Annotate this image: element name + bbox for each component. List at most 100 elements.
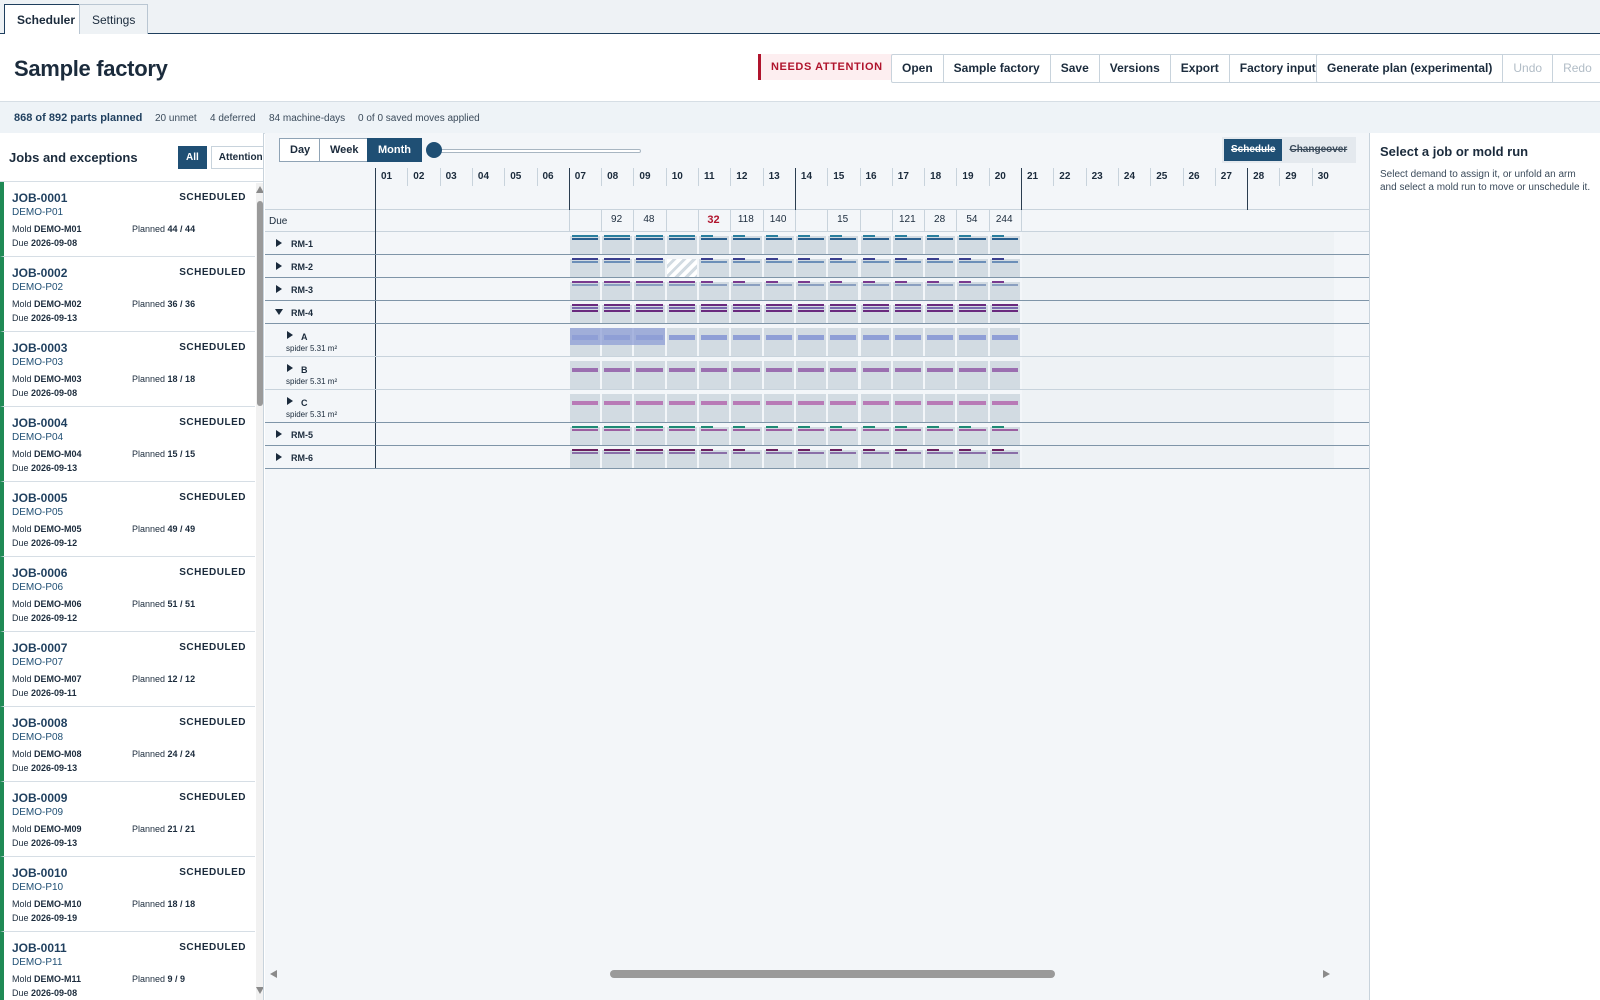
- mold-run-bar[interactable]: [927, 368, 954, 372]
- mold-run-bar[interactable]: [959, 426, 972, 428]
- mold-run-bar[interactable]: [830, 426, 843, 428]
- zoom-slider-handle[interactable]: [426, 142, 442, 158]
- mold-run-bar[interactable]: [862, 335, 889, 340]
- mold-run-bar[interactable]: [862, 429, 889, 431]
- view-week-button[interactable]: Week: [319, 138, 370, 162]
- mold-run-bar[interactable]: [991, 261, 1018, 263]
- mold-run-bar[interactable]: [701, 368, 728, 372]
- job-card[interactable]: JOB-0001 SCHEDULED DEMO-P01 Mold DEMO-M01 Pl…: [0, 182, 255, 257]
- expand-icon[interactable]: [276, 453, 282, 461]
- versions-button[interactable]: Versions: [1100, 55, 1171, 82]
- mold-run-bar[interactable]: [797, 235, 810, 237]
- job-card[interactable]: JOB-0008 SCHEDULED DEMO-P08 Mold DEMO-M08 Pl…: [0, 707, 255, 782]
- timeline-hscrollbar[interactable]: [265, 967, 1340, 981]
- mold-run-bar[interactable]: [668, 235, 695, 237]
- mold-run-bar[interactable]: [668, 426, 695, 428]
- mold-run-bar[interactable]: [991, 284, 1018, 286]
- mold-run-bar[interactable]: [927, 307, 954, 309]
- mold-run-bar[interactable]: [862, 238, 889, 240]
- job-card[interactable]: JOB-0004 SCHEDULED DEMO-P04 Mold DEMO-M04 Pl…: [0, 407, 255, 482]
- mold-run-bar[interactable]: [927, 310, 954, 312]
- mold-run-bar[interactable]: [959, 368, 986, 372]
- mold-run-bar[interactable]: [927, 452, 954, 454]
- mold-run-bar[interactable]: [765, 307, 792, 309]
- due-quantity[interactable]: 32: [698, 214, 729, 226]
- mold-run-bar[interactable]: [894, 281, 907, 283]
- job-card[interactable]: JOB-0009 SCHEDULED DEMO-P09 Mold DEMO-M09 Pl…: [0, 782, 255, 857]
- mold-run-bar[interactable]: [862, 307, 889, 309]
- mold-run-bar[interactable]: [797, 368, 825, 372]
- job-list-scrollbar[interactable]: [256, 183, 263, 1000]
- mold-run-bar[interactable]: [604, 281, 631, 283]
- mold-run-bar[interactable]: [733, 335, 760, 340]
- mold-run-bar[interactable]: [894, 238, 922, 240]
- mold-run-bar[interactable]: [701, 307, 728, 309]
- mold-run-bar[interactable]: [959, 401, 986, 405]
- mold-run-bar[interactable]: [797, 258, 810, 260]
- day-cell[interactable]: [763, 361, 794, 389]
- mold-run-bar[interactable]: [862, 426, 875, 428]
- day-cell[interactable]: [860, 328, 891, 356]
- expand-icon[interactable]: [276, 239, 282, 247]
- mold-run-bar[interactable]: [797, 304, 825, 306]
- scroll-down-icon[interactable]: [256, 987, 263, 994]
- mold-run-bar[interactable]: [701, 261, 728, 263]
- mold-run-bar[interactable]: [959, 310, 986, 312]
- mold-run-bar[interactable]: [636, 452, 663, 454]
- mold-run-bar[interactable]: [701, 284, 728, 286]
- mold-run-bar[interactable]: [765, 429, 792, 431]
- mold-run-bar[interactable]: [733, 281, 746, 283]
- day-cell[interactable]: [860, 361, 891, 389]
- mold-run-bar[interactable]: [894, 310, 922, 312]
- day-cell[interactable]: [602, 394, 633, 422]
- mold-run-bar[interactable]: [830, 429, 857, 431]
- mold-run-bar[interactable]: [862, 281, 875, 283]
- mold-run-bar[interactable]: [797, 261, 825, 263]
- mold-run-bar[interactable]: [604, 258, 631, 260]
- mold-run-bar[interactable]: [991, 452, 1018, 454]
- mold-run-bar[interactable]: [797, 335, 825, 340]
- day-cell[interactable]: [569, 361, 601, 389]
- day-cell[interactable]: [925, 361, 956, 389]
- mold-run-bar[interactable]: [927, 284, 954, 286]
- mold-run-bar[interactable]: [991, 307, 1018, 309]
- day-cell[interactable]: [634, 361, 665, 389]
- job-card[interactable]: JOB-0010 SCHEDULED DEMO-P10 Mold DEMO-M10 Pl…: [0, 857, 255, 932]
- scroll-up-icon[interactable]: [256, 186, 263, 193]
- mold-run-bar[interactable]: [765, 304, 792, 306]
- day-cell[interactable]: [763, 394, 794, 422]
- mold-run-bar[interactable]: [959, 235, 972, 237]
- mold-run-bar[interactable]: [765, 426, 778, 428]
- mold-run-bar[interactable]: [991, 304, 1018, 306]
- mold-run-bar[interactable]: [733, 452, 760, 454]
- mold-run-bar[interactable]: [894, 426, 907, 428]
- mold-run-bar[interactable]: [701, 238, 728, 240]
- mold-run-bar[interactable]: [733, 261, 760, 263]
- mold-run-bar[interactable]: [959, 452, 986, 454]
- mold-run-bar[interactable]: [830, 304, 857, 306]
- mold-run-bar[interactable]: [571, 401, 599, 405]
- mold-run-bar[interactable]: [894, 429, 922, 431]
- mold-run-bar[interactable]: [701, 258, 713, 260]
- mold-run-bar[interactable]: [733, 429, 760, 431]
- mold-run-bar[interactable]: [765, 258, 778, 260]
- mold-run-bar[interactable]: [636, 261, 663, 263]
- mold-run-bar[interactable]: [797, 310, 825, 312]
- mold-run-bar[interactable]: [991, 429, 1018, 431]
- mold-run-bar[interactable]: [571, 304, 599, 306]
- machine-row[interactable]: RM-5: [265, 423, 1369, 446]
- expand-icon[interactable]: [287, 364, 293, 372]
- mold-run-bar[interactable]: [959, 429, 986, 431]
- filter-attention-button[interactable]: Attention: [210, 146, 263, 169]
- mold-run-bar[interactable]: [668, 335, 695, 340]
- arm-row[interactable]: Bspider 5.31 m²: [265, 357, 1369, 390]
- mold-run-bar[interactable]: [894, 304, 922, 306]
- machine-row[interactable]: RM-6: [265, 446, 1369, 469]
- mold-run-bar[interactable]: [571, 284, 599, 286]
- mold-run-bar[interactable]: [894, 368, 922, 372]
- scroll-left-icon[interactable]: [270, 970, 277, 978]
- mold-run-bar[interactable]: [894, 449, 907, 451]
- job-card[interactable]: JOB-0006 SCHEDULED DEMO-P06 Mold DEMO-M06 Pl…: [0, 557, 255, 632]
- mold-run-bar[interactable]: [862, 258, 875, 260]
- mold-run-bar[interactable]: [636, 238, 663, 240]
